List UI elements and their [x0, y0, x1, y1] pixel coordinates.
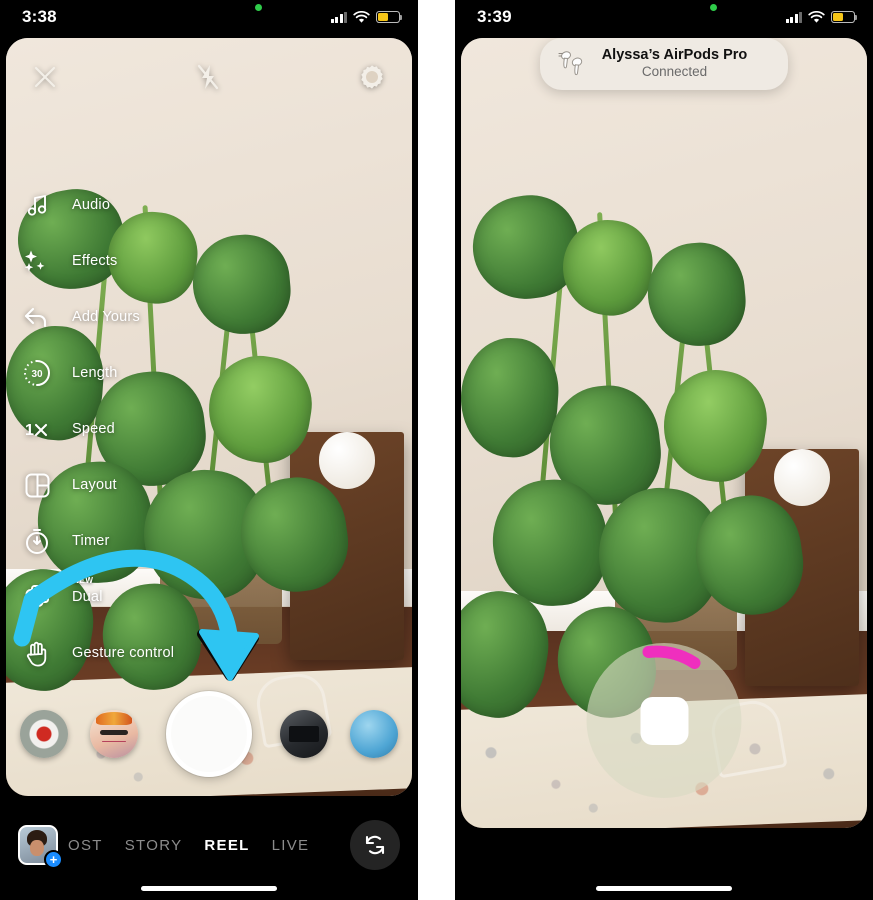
- side-menu-label: Timer: [72, 533, 110, 549]
- mode-story[interactable]: STORY: [125, 837, 183, 854]
- home-indicator: [596, 886, 732, 891]
- user-avatar[interactable]: +: [18, 825, 63, 869]
- effect-face-avatar[interactable]: [90, 710, 138, 758]
- recording-control: [586, 643, 742, 798]
- side-menu-item-timer[interactable]: Timer: [20, 524, 174, 558]
- camera-side-menu: Audio Effects Add Yours 30 Length 1 Spee…: [20, 188, 174, 670]
- effect-tray: [6, 686, 412, 782]
- camera-viewport-right: [461, 38, 867, 828]
- status-bar: 3:38: [0, 0, 418, 34]
- wifi-icon: [808, 10, 825, 23]
- side-menu-item-length[interactable]: 30 Length: [20, 356, 174, 390]
- side-menu-label: Add Yours: [72, 309, 140, 325]
- battery-low-power-icon: [831, 11, 858, 23]
- side-menu-item-speed[interactable]: 1 Speed: [20, 412, 174, 446]
- side-menu-label: Layout: [72, 477, 117, 493]
- green-privacy-dot: [255, 4, 262, 11]
- airpods-pro-icon: [558, 51, 583, 76]
- side-menu-label: Length: [72, 365, 118, 381]
- banner-subtitle: Connected: [641, 64, 708, 79]
- svg-text:30: 30: [31, 369, 43, 380]
- effect-blue-orb[interactable]: [350, 710, 398, 758]
- side-menu-item-effects[interactable]: Effects: [20, 244, 174, 278]
- flip-camera-button[interactable]: [350, 820, 400, 870]
- status-time: 3:39: [477, 7, 512, 26]
- capture-mode-bar: + OST STORY REEL LIVE: [0, 816, 418, 874]
- status-bar: 3:39: [455, 0, 873, 34]
- side-menu-label: Gesture control: [72, 645, 175, 661]
- battery-low-power-icon: [376, 11, 403, 23]
- layout-grid-icon: [20, 468, 54, 502]
- close-x-icon[interactable]: [32, 64, 58, 90]
- side-menu-label: NEW Dual: [72, 576, 103, 605]
- cellular-bars-icon: [785, 11, 802, 23]
- green-privacy-dot: [710, 4, 717, 11]
- side-menu-item-audio[interactable]: Audio: [20, 188, 174, 222]
- stop-recording-button[interactable]: [640, 696, 688, 745]
- side-menu-item-dual[interactable]: NEW Dual: [20, 576, 174, 614]
- sparkles-icon: [20, 244, 54, 278]
- gear-icon[interactable]: [358, 63, 386, 91]
- phone-screenshot-left: 3:38 Audio Effects Add Yours 30 Length 1…: [0, 0, 418, 900]
- camera-top-bar: [6, 48, 412, 106]
- cellular-bars-icon: [330, 11, 347, 23]
- side-menu-item-add-yours[interactable]: Add Yours: [20, 300, 174, 334]
- shutter-button[interactable]: [166, 691, 252, 777]
- side-menu-label: Audio: [72, 197, 111, 213]
- banner-title: Alyssa’s AirPods Pro: [601, 47, 748, 63]
- timer-icon: [20, 524, 54, 558]
- flip-camera-icon: [365, 835, 385, 855]
- effect-dark-device[interactable]: [280, 710, 328, 758]
- flash-off-icon[interactable]: [195, 63, 221, 91]
- side-menu-label: Speed: [72, 421, 115, 437]
- mode-post[interactable]: OST: [68, 837, 103, 854]
- airpods-connected-banner[interactable]: Alyssa’s AirPods Pro Connected: [540, 38, 788, 90]
- home-indicator: [141, 886, 277, 891]
- mode-list: OST STORY REEL LIVE: [68, 837, 309, 854]
- speed-1x-icon: 1: [20, 412, 54, 446]
- svg-text:1: 1: [25, 422, 34, 439]
- reply-arrow-icon: [20, 300, 54, 334]
- new-badge: NEW: [73, 576, 94, 585]
- dual-camera-icon: [20, 580, 54, 614]
- mode-live[interactable]: LIVE: [272, 837, 310, 854]
- status-time: 3:38: [22, 7, 57, 26]
- wifi-icon: [353, 10, 370, 23]
- side-menu-label: Effects: [72, 253, 118, 269]
- phone-screenshot-right: 3:39 Alyssa’s AirPods Pro Connected: [455, 0, 873, 900]
- add-story-plus-badge[interactable]: +: [44, 850, 63, 869]
- side-menu-item-layout[interactable]: Layout: [20, 468, 174, 502]
- hand-icon: [20, 636, 54, 670]
- camera-viewport-left: Audio Effects Add Yours 30 Length 1 Spee…: [6, 38, 412, 796]
- mode-reel[interactable]: REEL: [204, 837, 249, 854]
- length-30-icon: 30: [20, 356, 54, 390]
- side-menu-item-gesture-control[interactable]: Gesture control: [20, 636, 174, 670]
- effect-red-eye[interactable]: [20, 710, 68, 758]
- music-note-icon: [20, 188, 54, 222]
- panel-divider: [418, 0, 455, 900]
- side-menu-label-text: Dual: [72, 589, 103, 605]
